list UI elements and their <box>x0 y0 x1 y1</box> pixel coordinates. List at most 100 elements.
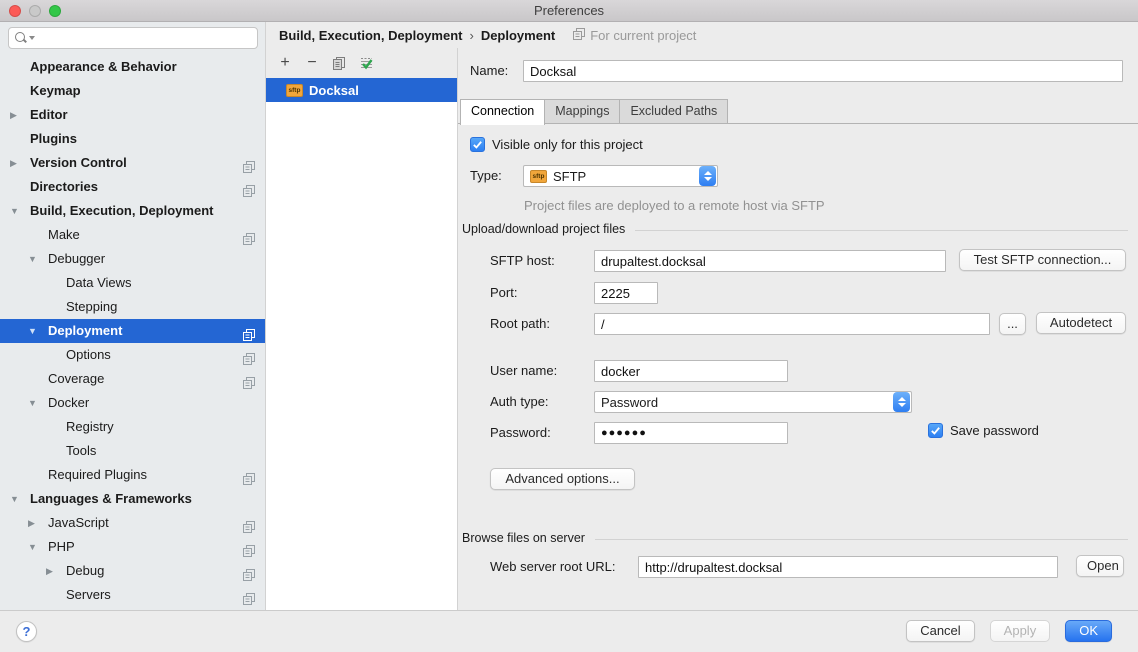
advanced-options-button[interactable]: Advanced options... <box>490 468 635 490</box>
collapse-arrow-icon[interactable]: ▼ <box>10 199 19 223</box>
sidebar-item-keymap[interactable]: Keymap <box>0 79 265 103</box>
tab-connection[interactable]: Connection <box>460 99 545 125</box>
save-password-checkbox[interactable] <box>928 423 943 438</box>
sidebar-item-languages-frameworks[interactable]: ▼Languages & Frameworks <box>0 487 265 511</box>
collapse-arrow-icon[interactable]: ▼ <box>28 535 37 559</box>
tab-excluded-paths[interactable]: Excluded Paths <box>619 99 728 123</box>
expand-arrow-icon[interactable]: ▶ <box>46 559 53 583</box>
sidebar-item-label: Deployment <box>48 319 122 343</box>
collapse-arrow-icon[interactable]: ▼ <box>28 391 37 415</box>
browse-section-header: Browse files on server <box>462 531 1128 545</box>
tab-strip: ConnectionMappingsExcluded Paths <box>460 99 727 125</box>
sidebar-item-javascript[interactable]: ▶JavaScript <box>0 511 265 535</box>
sidebar-item-label: Data Views <box>66 271 132 295</box>
collapse-arrow-icon[interactable]: ▼ <box>28 319 37 343</box>
search-options-caret-icon[interactable] <box>29 36 35 40</box>
tab-divider <box>458 123 1138 124</box>
sidebar-item-registry[interactable]: Registry <box>0 415 265 439</box>
web-root-label: Web server root URL: <box>490 556 615 578</box>
save-password-label[interactable]: Save password <box>950 423 1039 439</box>
sidebar-item-tools[interactable]: Tools <box>0 439 265 463</box>
sidebar-item-directories[interactable]: Directories <box>0 175 265 199</box>
preferences-window: Preferences Appearance & BehaviorKeymap▶… <box>0 0 1138 652</box>
search-input[interactable] <box>38 29 257 47</box>
cancel-button[interactable]: Cancel <box>906 620 974 642</box>
sidebar-item-build-execution-deployment[interactable]: ▼Build, Execution, Deployment <box>0 199 265 223</box>
visible-only-checkbox[interactable] <box>470 137 485 152</box>
autodetect-button[interactable]: Autodetect <box>1036 312 1126 334</box>
use-as-default-icon <box>359 56 374 71</box>
sidebar-item-plugins[interactable]: Plugins <box>0 127 265 151</box>
title-bar: Preferences <box>0 0 1138 22</box>
help-button[interactable]: ? <box>16 621 37 642</box>
sidebar-item-debugger[interactable]: ▼Debugger <box>0 247 265 271</box>
server-item-docksal[interactable]: sftp Docksal <box>266 78 457 102</box>
sidebar-item-make[interactable]: Make <box>0 223 265 247</box>
password-input[interactable] <box>594 422 788 444</box>
collapse-arrow-icon[interactable]: ▼ <box>28 247 37 271</box>
for-current-project-icon <box>573 28 585 43</box>
type-select[interactable]: sftp SFTP <box>523 165 718 187</box>
scope-label: For current project <box>590 28 696 43</box>
copy-server-button[interactable] <box>330 54 348 72</box>
settings-search[interactable] <box>8 27 258 49</box>
section-rule <box>635 230 1128 231</box>
sidebar-item-label: Version Control <box>30 151 127 175</box>
sidebar-item-appearance-behavior[interactable]: Appearance & Behavior <box>0 55 265 79</box>
settings-sidebar: Appearance & BehaviorKeymap▶EditorPlugin… <box>0 22 266 610</box>
search-icon <box>14 31 28 45</box>
sidebar-item-servers[interactable]: Servers <box>0 583 265 607</box>
breadcrumb-current: Deployment <box>481 28 555 43</box>
auth-type-select[interactable]: Password <box>594 391 912 413</box>
expand-arrow-icon[interactable]: ▶ <box>28 511 35 535</box>
collapse-arrow-icon[interactable]: ▼ <box>10 487 19 511</box>
sidebar-item-label: Servers <box>66 583 111 607</box>
use-as-default-button[interactable] <box>357 54 375 72</box>
apply-button[interactable]: Apply <box>990 620 1051 642</box>
sidebar-item-php[interactable]: ▼PHP <box>0 535 265 559</box>
sidebar-item-label: Directories <box>30 175 98 199</box>
user-name-input[interactable] <box>594 360 788 382</box>
sftp-host-input[interactable] <box>594 250 946 272</box>
sidebar-item-version-control[interactable]: ▶ Version Control <box>0 151 265 175</box>
add-server-button[interactable]: + <box>276 54 294 72</box>
browse-root-path-button[interactable]: ... <box>999 313 1026 335</box>
sidebar-item-debug[interactable]: ▶Debug <box>0 559 265 583</box>
dialog-footer: ? Cancel Apply OK <box>0 610 1138 652</box>
server-list-toolbar: + − <box>266 48 457 78</box>
name-label: Name: <box>470 60 508 82</box>
remove-server-button[interactable]: − <box>303 54 321 72</box>
sidebar-item-label: Appearance & Behavior <box>30 55 177 79</box>
sidebar-item-required-plugins[interactable]: Required Plugins <box>0 463 265 487</box>
breadcrumb-separator-icon: › <box>469 28 473 43</box>
test-sftp-connection-button[interactable]: Test SFTP connection... <box>959 249 1126 271</box>
root-path-input[interactable] <box>594 313 990 335</box>
sidebar-item-label: Required Plugins <box>48 463 147 487</box>
expand-arrow-icon[interactable]: ▶ <box>10 103 17 127</box>
expand-arrow-icon[interactable]: ▶ <box>10 151 17 175</box>
name-input[interactable] <box>523 60 1123 82</box>
web-root-input[interactable] <box>638 556 1058 578</box>
sidebar-item-label: Registry <box>66 415 114 439</box>
visible-only-label[interactable]: Visible only for this project <box>492 137 643 153</box>
sidebar-item-coverage[interactable]: Coverage <box>0 367 265 391</box>
server-list-panel: + − <box>266 48 458 610</box>
sftp-host-label: SFTP host: <box>490 250 555 272</box>
type-label: Type: <box>470 165 502 187</box>
sidebar-item-stepping[interactable]: Stepping <box>0 295 265 319</box>
tab-mappings[interactable]: Mappings <box>544 99 620 123</box>
sidebar-item-label: Make <box>48 223 80 247</box>
sftp-type-icon: sftp <box>530 170 547 183</box>
password-label: Password: <box>490 422 551 444</box>
sidebar-item-data-views[interactable]: Data Views <box>0 271 265 295</box>
breadcrumb-parent[interactable]: Build, Execution, Deployment <box>279 28 462 43</box>
ok-button[interactable]: OK <box>1065 620 1112 642</box>
sidebar-item-label: Coverage <box>48 367 104 391</box>
select-stepper-icon <box>893 392 910 412</box>
sidebar-item-options[interactable]: Options <box>0 343 265 367</box>
sidebar-item-docker[interactable]: ▼Docker <box>0 391 265 415</box>
sidebar-item-deployment[interactable]: ▼ Deployment <box>0 319 265 343</box>
port-input[interactable] <box>594 282 658 304</box>
sidebar-item-editor[interactable]: ▶Editor <box>0 103 265 127</box>
open-url-button[interactable]: Open <box>1076 555 1124 577</box>
